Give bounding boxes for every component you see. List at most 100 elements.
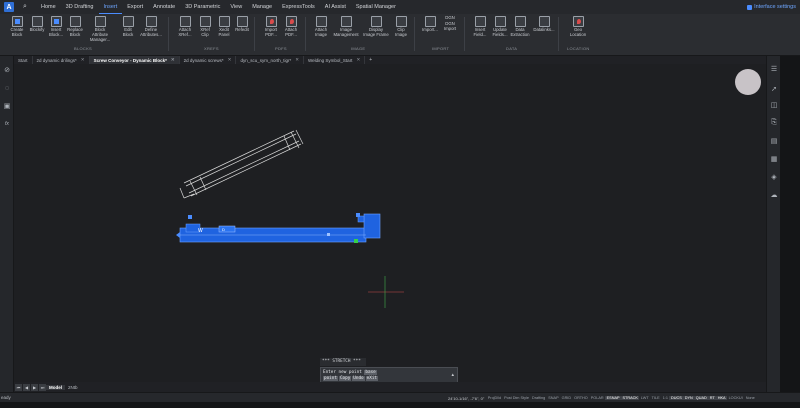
menu-spatial-manager[interactable]: Spatial Manager: [351, 0, 401, 14]
menu-export[interactable]: Export: [122, 0, 148, 14]
datalinks-button[interactable]: Datalinks...: [533, 16, 555, 33]
ribbon-separator: [168, 17, 169, 51]
status-strack[interactable]: STRACK: [621, 396, 640, 400]
edit-block-button[interactable]: Edit Block: [118, 16, 138, 38]
tab-dyn-scu-sym[interactable]: dyn_scu_sym_north_tigr* ✕: [236, 56, 304, 64]
function-icon[interactable]: fx: [2, 119, 12, 129]
tab-2d-dynamic-drilings[interactable]: 2d dynamic drilings* ✕: [33, 56, 90, 64]
blocks-panel-icon[interactable]: ▣: [2, 101, 12, 111]
dgn-import-button[interactable]: DGN DGN Import: [440, 15, 460, 31]
image-management-icon: [340, 16, 352, 27]
last-layout-button[interactable]: ⏭: [39, 383, 46, 391]
layout-tab-bar: ⏮ ◀ ▶ ⏭ Model 2Ntb: [14, 382, 766, 392]
status-projdlld[interactable]: ProjDlld: [486, 396, 502, 400]
close-icon[interactable]: ✕: [295, 57, 299, 63]
clip-image-button[interactable]: Clip Image: [391, 16, 411, 38]
status-snap[interactable]: SNAP: [547, 396, 560, 400]
display-image-frame-button[interactable]: Display Image Frame: [363, 16, 389, 38]
first-layout-button[interactable]: ⏮: [15, 383, 22, 391]
menu-ai-assist[interactable]: AI Assist: [320, 0, 351, 14]
command-line[interactable]: Enter new point base point Copy Undo eXit ▴: [320, 367, 458, 383]
menu-home[interactable]: Home: [36, 0, 61, 14]
ribbon-separator: [464, 17, 465, 51]
close-icon[interactable]: ✕: [171, 57, 175, 63]
status-esnap[interactable]: ESNAP: [605, 396, 622, 400]
add-tab-button[interactable]: +: [365, 56, 376, 64]
image-management-button[interactable]: Image Management: [333, 16, 359, 38]
selected-conveyor: W D: [176, 213, 381, 243]
sheets-icon[interactable]: ▤: [769, 136, 779, 146]
cursor-icon[interactable]: ➚: [769, 84, 779, 94]
location-icon[interactable]: ◈: [769, 172, 779, 182]
menu-expresstools[interactable]: ExpressTools: [277, 0, 320, 14]
lightbulb-icon[interactable]: ◌: [2, 83, 12, 93]
next-layout-button[interactable]: ▶: [31, 383, 38, 391]
status-none[interactable]: None: [744, 396, 756, 400]
option-undo[interactable]: Undo: [352, 376, 365, 381]
create-block-button[interactable]: Create Block: [7, 16, 27, 38]
attachment-icon[interactable]: ⎘: [769, 118, 779, 128]
avatar[interactable]: [735, 69, 761, 95]
grid-panel-icon[interactable]: ▦: [769, 154, 779, 164]
status-lockui[interactable]: LOCKUI: [727, 396, 744, 400]
menu-3d-drafting[interactable]: 3D Drafting: [61, 0, 99, 14]
tab-start[interactable]: Start: [14, 56, 33, 64]
tab-screw-conveyor[interactable]: Screw Conveyor - Dynamic Block* ✕: [89, 56, 180, 64]
geo-location-button[interactable]: Geo Location: [568, 16, 588, 38]
status-scale[interactable]: 1:1: [661, 396, 669, 400]
close-icon[interactable]: ✕: [228, 57, 232, 63]
tab-model[interactable]: Model: [46, 384, 65, 390]
chevron-up-icon[interactable]: ▴: [451, 372, 454, 378]
layers-panel-icon[interactable]: ◫: [769, 100, 779, 110]
block-attribute-manager-button[interactable]: Block Attribute Manager...: [90, 16, 110, 42]
attach-pdf-button[interactable]: Attach PDF...: [281, 16, 301, 38]
status-ducs[interactable]: DUCS: [669, 396, 684, 400]
interface-settings-button[interactable]: Interface settings: [747, 0, 796, 14]
status-lwt[interactable]: LWT: [639, 396, 650, 400]
status-grid[interactable]: GRID: [560, 396, 573, 400]
group-label-blocks: BLOCKS: [74, 46, 93, 51]
option-exit[interactable]: eXit: [365, 376, 379, 381]
menu-view[interactable]: View: [225, 0, 247, 14]
drawing-canvas[interactable]: W D: [14, 64, 766, 382]
option-copy[interactable]: Copy: [338, 376, 352, 381]
status-tile[interactable]: TILE: [650, 396, 661, 400]
status-ortho[interactable]: ORTHO: [573, 396, 590, 400]
status-dim-style[interactable]: Post Dim Style: [503, 396, 531, 400]
define-attributes-button[interactable]: Define Attributes...: [140, 16, 162, 38]
status-quad[interactable]: QUAD: [694, 396, 709, 400]
close-icon[interactable]: ✕: [356, 57, 360, 63]
search-icon[interactable]: ⌕: [20, 2, 30, 12]
layers-icon[interactable]: ⊘: [2, 65, 12, 75]
menu-manage[interactable]: Manage: [247, 0, 277, 14]
tab-2d-dynamic-screws[interactable]: 2d dynamic screws* ✕: [180, 56, 237, 64]
menu-3d-parametric[interactable]: 3D Parametric: [180, 0, 225, 14]
define-attributes-icon: [145, 16, 157, 27]
status-hka[interactable]: HKA: [716, 396, 728, 400]
status-rt[interactable]: RT: [708, 396, 717, 400]
replace-block-icon: [69, 16, 81, 27]
status-dyn[interactable]: DYN: [683, 396, 695, 400]
tab-welding-symbol[interactable]: Welding Symbol_Start ✕: [304, 56, 366, 64]
clip-image-icon: [395, 16, 407, 27]
cloud-icon[interactable]: ☁: [769, 190, 779, 200]
prev-layout-button[interactable]: ◀: [23, 383, 30, 391]
properties-icon[interactable]: ☰: [769, 64, 779, 74]
attach-image-button[interactable]: Attach Image: [311, 16, 331, 38]
menu-insert[interactable]: Insert: [98, 0, 123, 14]
group-label-xrefs: XREFS: [204, 46, 219, 51]
status-workspace[interactable]: Drafting: [530, 396, 546, 400]
replace-block-button[interactable]: Replace Block: [65, 16, 85, 38]
close-icon[interactable]: ✕: [81, 57, 85, 63]
app-logo[interactable]: A: [4, 2, 14, 12]
xedit-panel-button[interactable]: Xedit Panel: [214, 16, 234, 38]
data-extraction-button[interactable]: Data Extraction: [510, 16, 530, 38]
refedit-icon: [236, 16, 248, 27]
option-point[interactable]: point: [323, 376, 338, 381]
tab-layout-2ntb[interactable]: 2Ntb: [65, 385, 81, 390]
menu-annotate[interactable]: Annotate: [148, 0, 180, 14]
refedit-button[interactable]: Refedit: [232, 16, 252, 33]
option-base[interactable]: base: [364, 370, 377, 375]
ribbon-separator: [414, 17, 415, 51]
status-polar[interactable]: POLAR: [589, 396, 605, 400]
